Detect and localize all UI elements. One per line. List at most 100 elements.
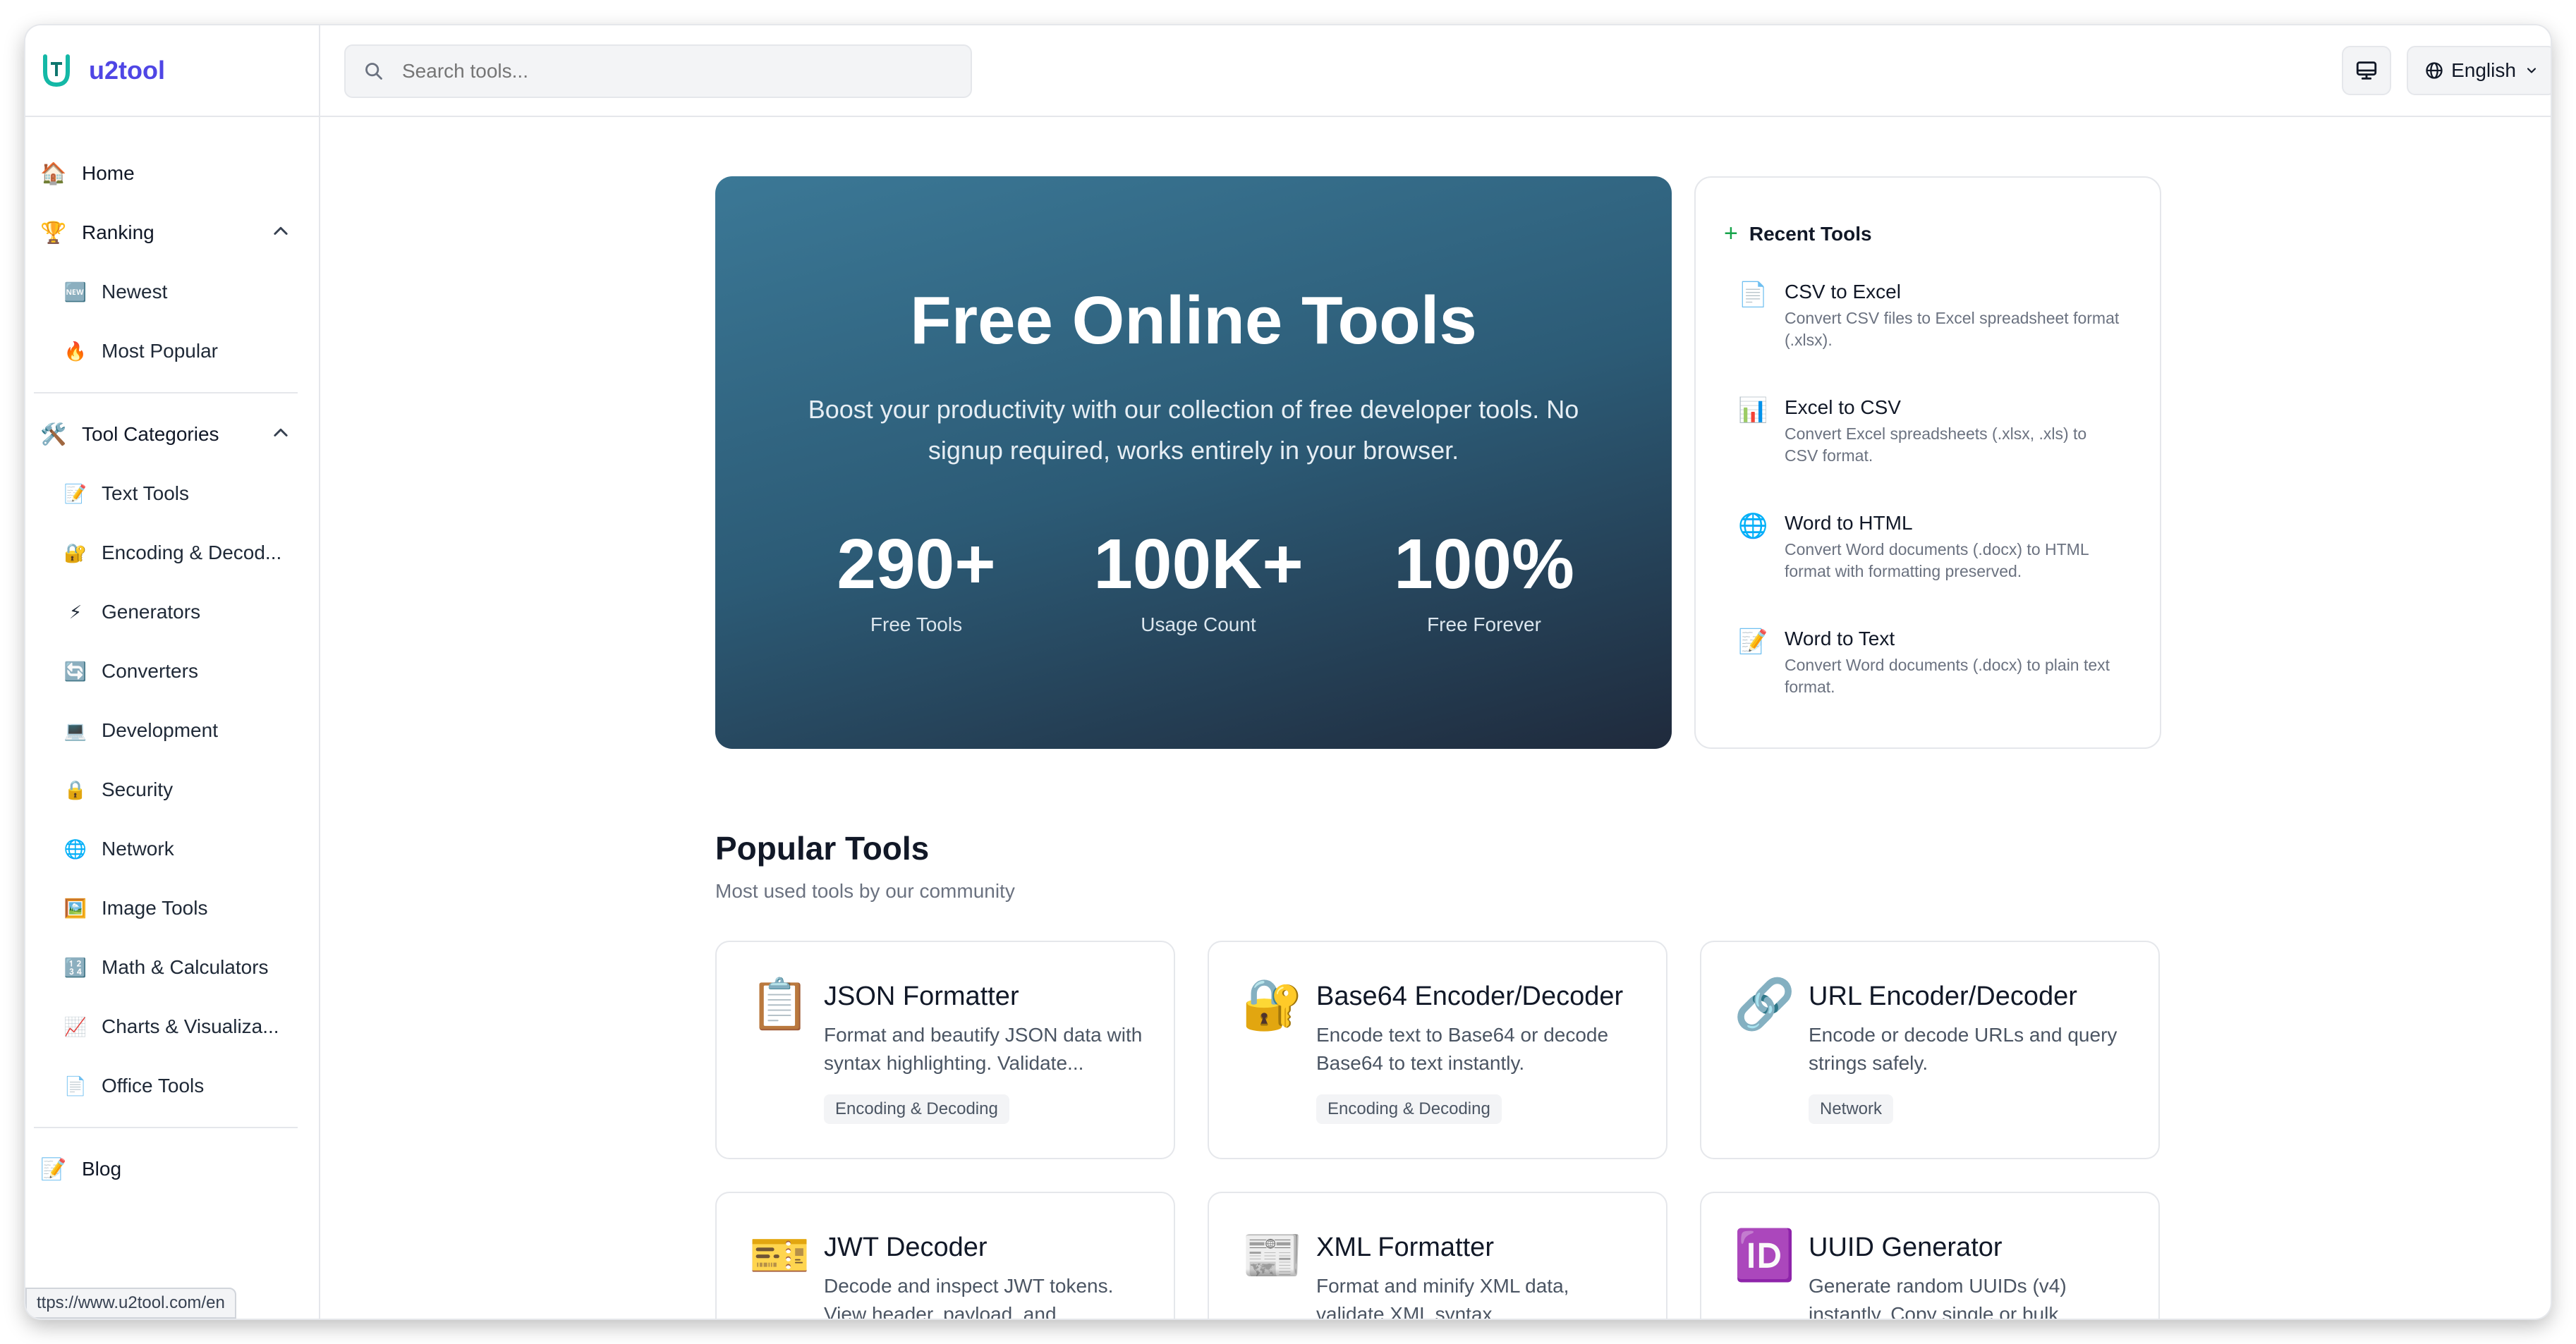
sidebar-item-tool-categories[interactable]: 🛠️ Tool Categories	[25, 405, 319, 464]
browser-window: u2tool 🏠 Home 🏆 Ranking 🆕 Newest 🔥 Most …	[25, 25, 2551, 1319]
sidebar-item-text-tools[interactable]: 📝 Text Tools	[25, 464, 319, 523]
sidebar-item-label: Most Popular	[102, 340, 218, 362]
tool-card-url-encoder[interactable]: 🔗 URL Encoder/Decoder Encode or decode U…	[1700, 941, 2160, 1159]
sidebar-item-charts[interactable]: 📈 Charts & Visualiza...	[25, 997, 319, 1056]
sidebar-item-math[interactable]: 🔢 Math & Calculators	[25, 938, 319, 997]
sidebar-item-development[interactable]: 💻 Development	[25, 701, 319, 760]
sidebar-item-label: Text Tools	[102, 482, 189, 504]
stat-value: 290+	[837, 525, 996, 604]
document-icon: 📄	[63, 1075, 87, 1096]
tool-card-desc: Encode or decode URLs and query strings …	[1809, 1024, 2118, 1074]
tool-card-json-formatter[interactable]: 📋 JSON Formatter Format and beautify JSO…	[715, 941, 1175, 1159]
tool-card-tag: Encoding & Decoding	[1316, 1094, 1502, 1124]
ticket-icon: 🎫	[749, 1228, 811, 1283]
tool-card-jwt-decoder[interactable]: 🎫 JWT Decoder Decode and inspect JWT tok…	[715, 1192, 1175, 1319]
chevron-up-icon[interactable]	[271, 221, 291, 241]
sidebar-item-most-popular[interactable]: 🔥 Most Popular	[25, 322, 319, 381]
lock-key-icon: 🔐	[1241, 977, 1304, 1032]
document-icon: 📄	[1738, 281, 1768, 308]
link-icon: 🔗	[1734, 977, 1796, 1032]
tool-card-desc: Decode and inspect JWT tokens. View head…	[824, 1275, 1114, 1319]
laptop-icon: 💻	[63, 719, 87, 741]
recent-tool-item[interactable]: 📄 CSV to Excel Convert CSV files to Exce…	[1738, 281, 2140, 351]
stat-label: Free Forever	[1427, 613, 1541, 635]
chevron-down-icon	[2527, 68, 2536, 73]
tool-card-title: JSON Formatter	[824, 982, 1019, 1011]
sidebar-item-label: Encoding & Decod...	[102, 542, 282, 563]
recent-tools-heading: + Recent Tools	[1724, 220, 1872, 248]
sidebar-item-label: Image Tools	[102, 897, 208, 919]
globe-icon	[2426, 62, 2443, 79]
sidebar-divider	[34, 1127, 298, 1128]
recent-tool-desc: Convert CSV files to Excel spreadsheet f…	[1785, 309, 2120, 349]
stat-free-forever: 100% Free Forever	[1371, 529, 1597, 636]
sidebar-item-network[interactable]: 🌐 Network	[25, 819, 319, 879]
language-selector[interactable]: English	[2407, 46, 2551, 95]
sidebar-item-label: Home	[82, 162, 135, 184]
sidebar-item-security[interactable]: 🔒 Security	[25, 760, 319, 819]
memo-icon: 📝	[1738, 628, 1768, 655]
recent-tools-panel: + Recent Tools 📄 CSV to Excel Convert CS…	[1694, 176, 2161, 749]
recent-tool-item[interactable]: 📊 Excel to CSV Convert Excel spreadsheet…	[1738, 396, 2140, 467]
sidebar-item-label: Development	[102, 719, 218, 741]
globe-icon: 🌐	[1738, 513, 1768, 539]
lock-icon: 🔒	[63, 778, 87, 800]
sidebar-item-converters[interactable]: 🔄 Converters	[25, 642, 319, 701]
tool-card-title: XML Formatter	[1316, 1233, 1494, 1262]
fire-icon: 🔥	[63, 340, 87, 362]
trophy-icon: 🏆	[40, 221, 67, 245]
sidebar-item-generators[interactable]: ⚡ Generators	[25, 582, 319, 642]
hero-title: Free Online Tools	[910, 283, 1477, 358]
tool-card-desc: Format and minify XML data, validate XML…	[1316, 1275, 1569, 1319]
sidebar-item-label: Blog	[82, 1158, 122, 1180]
sidebar: u2tool 🏠 Home 🏆 Ranking 🆕 Newest 🔥 Most …	[25, 25, 320, 1319]
sidebar-item-label: Network	[102, 838, 174, 860]
sidebar-item-ranking[interactable]: 🏆 Ranking	[25, 203, 319, 262]
tool-card-uuid-generator[interactable]: 🆔 UUID Generator Generate random UUIDs (…	[1700, 1192, 2160, 1319]
tool-card-desc: Format and beautify JSON data with synta…	[824, 1024, 1143, 1074]
theme-toggle-button[interactable]	[2342, 46, 2391, 95]
recent-tool-item[interactable]: 🌐 Word to HTML Convert Word documents (.…	[1738, 512, 2140, 582]
search-input[interactable]	[402, 60, 938, 83]
sidebar-item-label: Tool Categories	[82, 423, 219, 445]
stat-label: Free Tools	[870, 613, 963, 635]
popular-tools-subtitle: Most used tools by our community	[715, 880, 1015, 902]
globe-icon: 🌐	[63, 838, 87, 860]
tool-card-tag: Network	[1809, 1094, 1894, 1124]
search-box[interactable]	[344, 44, 972, 98]
sidebar-item-label: Office Tools	[102, 1075, 205, 1096]
sidebar-item-office-tools[interactable]: 📄 Office Tools	[25, 1056, 319, 1116]
sidebar-item-home[interactable]: 🏠 Home	[25, 144, 319, 203]
stat-value: 100K+	[1093, 525, 1304, 604]
recent-tool-desc: Convert Excel spreadsheets (.xlsx, .xls)…	[1785, 424, 2087, 465]
picture-icon: 🖼️	[63, 897, 87, 919]
tool-card-tag: Encoding & Decoding	[824, 1094, 1009, 1124]
brand[interactable]: u2tool	[25, 25, 319, 117]
tool-card-xml-formatter[interactable]: 📰 XML Formatter Format and minify XML da…	[1208, 1192, 1667, 1319]
tool-card-desc: Generate random UUIDs (v4) instantly. Co…	[1809, 1275, 2075, 1319]
recent-tool-title: Word to HTML	[1785, 512, 1913, 534]
sidebar-item-label: Generators	[102, 601, 201, 623]
lock-key-icon: 🔐	[63, 542, 87, 563]
hero-subtitle: Boost your productivity with our collect…	[808, 395, 1579, 465]
sidebar-item-encoding[interactable]: 🔐 Encoding & Decod...	[25, 523, 319, 582]
sidebar-item-label: Ranking	[82, 221, 154, 243]
sidebar-item-newest[interactable]: 🆕 Newest	[25, 262, 319, 322]
sidebar-item-blog[interactable]: 📝 Blog	[25, 1140, 319, 1199]
tool-card-base64[interactable]: 🔐 Base64 Encoder/Decoder Encode text to …	[1208, 941, 1667, 1159]
language-label: English	[2451, 59, 2516, 81]
brand-name: u2tool	[89, 56, 165, 85]
search-icon	[365, 63, 382, 80]
main-content: Free Online Tools Boost your productivit…	[320, 117, 2551, 1319]
chevron-up-icon[interactable]	[271, 423, 291, 443]
sidebar-nav: 🏠 Home 🏆 Ranking 🆕 Newest 🔥 Most Popular…	[25, 117, 319, 1199]
recent-tool-item[interactable]: 📝 Word to Text Convert Word documents (.…	[1738, 628, 2140, 698]
memo-icon: 📝	[40, 1157, 67, 1181]
new-icon: 🆕	[63, 281, 87, 303]
status-bar-url: ttps://www.u2tool.com/en	[25, 1288, 236, 1319]
tool-card-title: UUID Generator	[1809, 1233, 2003, 1262]
sidebar-item-image-tools[interactable]: 🖼️ Image Tools	[25, 879, 319, 938]
sidebar-divider	[34, 392, 298, 393]
hero-banner: Free Online Tools Boost your productivit…	[715, 176, 1672, 749]
plus-icon: +	[1724, 220, 1738, 247]
